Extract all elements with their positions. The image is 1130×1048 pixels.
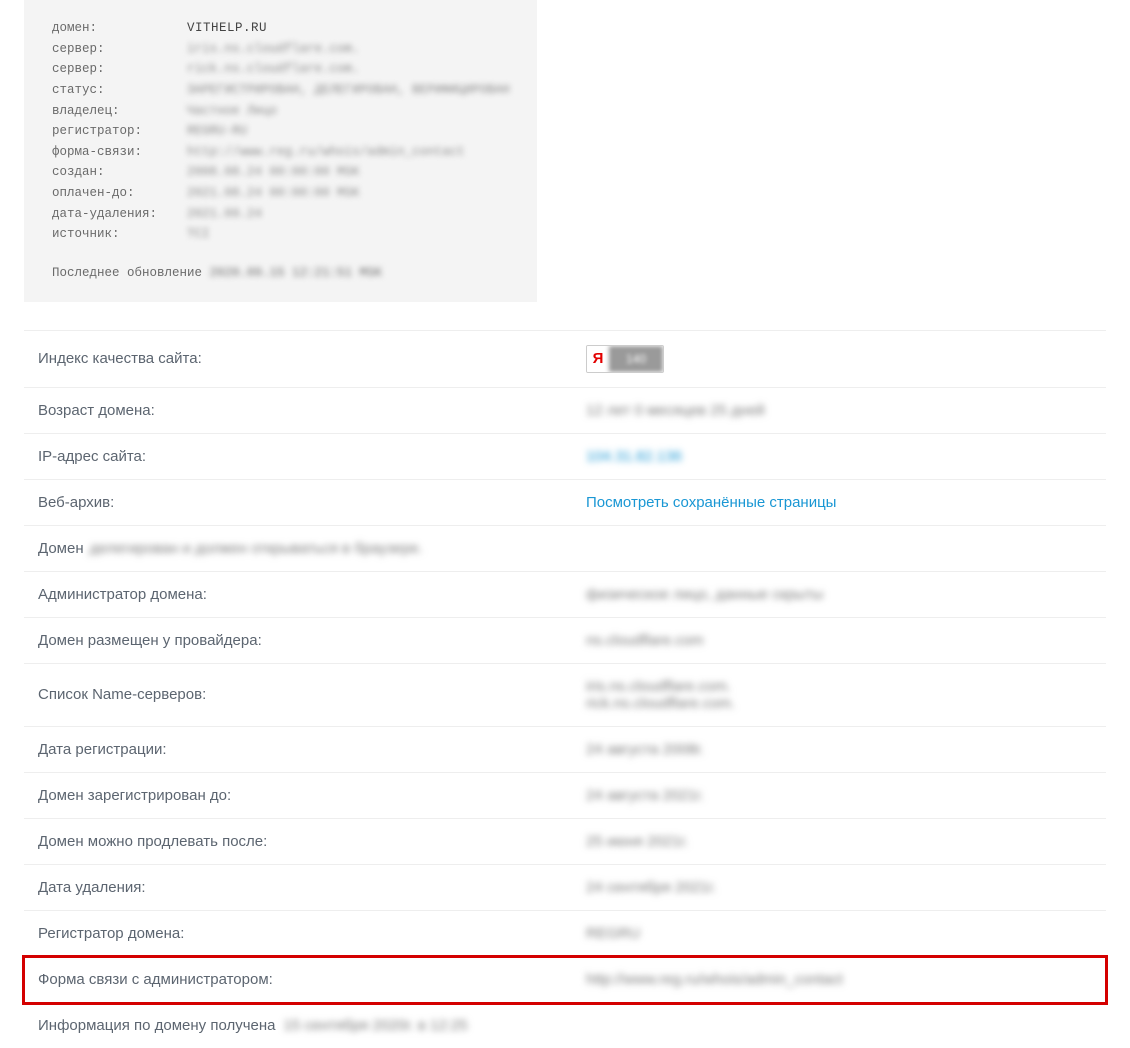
whois-label: статус: xyxy=(52,83,187,97)
whois-row: сервер: rick.ns.cloudflare.com. xyxy=(52,59,509,80)
label-domain-status: Домен xyxy=(38,540,84,557)
whois-value: VITHELP.RU xyxy=(187,21,267,35)
label-archive: Веб-архив: xyxy=(38,494,586,511)
label-contact-form: Форма связи с администратором: xyxy=(38,971,586,988)
whois-row: оплачен-до: 2021.08.24 00:00:00 MSK xyxy=(52,183,509,204)
archive-link[interactable]: Посмотреть сохранённые страницы xyxy=(586,494,1092,511)
value-provider: ns.cloudflare.com xyxy=(586,632,1092,649)
label-del-date: Дата удаления: xyxy=(38,879,586,896)
row-reg-date: Дата регистрации: 24 августа 2008г. xyxy=(24,727,1106,773)
whois-row: статус: ЗАРЕГИСТРИРОВАН, ДЕЛЕГИРОВАН, ВЕ… xyxy=(52,80,509,101)
row-admin: Администратор домена: физическое лицо, д… xyxy=(24,572,1106,618)
yandex-logo-icon: Я xyxy=(587,346,609,372)
whois-label: оплачен-до: xyxy=(52,186,187,200)
whois-value: rick.ns.cloudflare.com. xyxy=(187,62,360,76)
label-registrar: Регистратор домена: xyxy=(38,925,586,942)
label-renew-after: Домен можно продлевать после: xyxy=(38,833,586,850)
whois-row: регистратор: REGRU-RU xyxy=(52,121,509,142)
value-nameservers: iris.ns.cloudflare.com. rick.ns.cloudfla… xyxy=(586,678,1092,712)
label-reg-date: Дата регистрации: xyxy=(38,741,586,758)
row-nameservers: Список Name-серверов: iris.ns.cloudflare… xyxy=(24,664,1106,727)
whois-value: TCI xyxy=(187,227,210,241)
whois-label: форма-связи: xyxy=(52,145,187,159)
whois-row: форма-связи: http://www.reg.ru/whois/adm… xyxy=(52,142,509,163)
label-reg-until: Домен зарегистрирован до: xyxy=(38,787,586,804)
row-reg-until: Домен зарегистрирован до: 24 августа 202… xyxy=(24,773,1106,819)
yandex-iqc-value: 140 xyxy=(609,346,663,372)
value-quality: Я 140 xyxy=(586,345,1092,373)
ns-line-1: iris.ns.cloudflare.com. xyxy=(586,678,1092,695)
whois-last-update: Последнее обновление 2020.09.15 12:21:51… xyxy=(52,263,509,284)
whois-value: 2008.08.24 00:00:00 MSK xyxy=(187,165,360,179)
info-table: Индекс качества сайта: Я 140 Возраст дом… xyxy=(24,330,1106,1048)
label-ip: IP-адрес сайта: xyxy=(38,448,586,465)
whois-label: регистратор: xyxy=(52,124,187,138)
row-age: Возраст домена: 12 лет 0 месяцев 25 дней xyxy=(24,388,1106,434)
whois-value: iris.ns.cloudflare.com. xyxy=(187,42,360,56)
whois-row: источник: TCI xyxy=(52,224,509,245)
yandex-iqc-badge: Я 140 xyxy=(586,345,664,373)
row-retrieved: Информация по домену получена 15 сентябр… xyxy=(24,1003,1106,1048)
value-reg-date: 24 августа 2008г. xyxy=(586,741,1092,758)
whois-value: REGRU-RU xyxy=(187,124,247,138)
whois-label: источник: xyxy=(52,227,187,241)
whois-value: 2021.08.24 00:00:00 MSK xyxy=(187,186,360,200)
whois-value: ЗАРЕГИСТРИРОВАН, ДЕЛЕГИРОВАН, ВЕРИФИЦИРО… xyxy=(187,83,510,97)
label-nameservers: Список Name-серверов: xyxy=(38,686,586,703)
value-reg-until: 24 августа 2021г. xyxy=(586,787,1092,804)
row-ip: IP-адрес сайта: 104.31.82.136 xyxy=(24,434,1106,480)
value-registrar: REGRU xyxy=(586,925,1092,942)
whois-value: 2021.09.24 xyxy=(187,207,262,221)
whois-label: сервер: xyxy=(52,42,187,56)
whois-label: владелец: xyxy=(52,104,187,118)
row-renew-after: Домен можно продлевать после: 25 июня 20… xyxy=(24,819,1106,865)
whois-row: домен: VITHELP.RU xyxy=(52,18,509,39)
whois-row: создан: 2008.08.24 00:00:00 MSK xyxy=(52,162,509,183)
label-provider: Домен размещен у провайдера: xyxy=(38,632,586,649)
whois-row: владелец: Частное Лицо xyxy=(52,101,509,122)
value-retrieved: 15 сентября 2020г. в 12:25 xyxy=(284,1017,1092,1034)
value-renew-after: 25 июня 2021г. xyxy=(586,833,1092,850)
whois-label: домен: xyxy=(52,21,187,35)
value-age: 12 лет 0 месяцев 25 дней xyxy=(586,402,1092,419)
whois-label: создан: xyxy=(52,165,187,179)
label-retrieved: Информация по домену получена xyxy=(38,1017,276,1034)
value-ip[interactable]: 104.31.82.136 xyxy=(586,448,1092,465)
whois-update-value: 2020.09.15 12:21:51 MSK xyxy=(210,266,383,280)
row-contact-form: Форма связи с администратором: http://ww… xyxy=(24,957,1106,1003)
row-registrar: Регистратор домена: REGRU xyxy=(24,911,1106,957)
whois-label: сервер: xyxy=(52,62,187,76)
whois-row: дата-удаления: 2021.09.24 xyxy=(52,204,509,225)
ns-line-2: rick.ns.cloudflare.com. xyxy=(586,695,1092,712)
value-contact-form[interactable]: http://www.reg.ru/whois/admin_contact xyxy=(586,971,1092,988)
whois-value: Частное Лицо xyxy=(187,104,277,118)
label-age: Возраст домена: xyxy=(38,402,586,419)
value-del-date: 24 сентября 2021г. xyxy=(586,879,1092,896)
row-del-date: Дата удаления: 24 сентября 2021г. xyxy=(24,865,1106,911)
whois-row: сервер: iris.ns.cloudflare.com. xyxy=(52,39,509,60)
whois-block: домен: VITHELP.RUсервер: iris.ns.cloudfl… xyxy=(24,0,537,302)
value-admin: физическое лицо, данные скрыты xyxy=(586,586,1092,603)
whois-value: http://www.reg.ru/whois/admin_contact xyxy=(187,145,465,159)
whois-update-label: Последнее обновление xyxy=(52,266,210,280)
value-domain-status: делегирован и должен открываться в брауз… xyxy=(90,540,1092,557)
row-provider: Домен размещен у провайдера: ns.cloudfla… xyxy=(24,618,1106,664)
row-archive: Веб-архив: Посмотреть сохранённые страни… xyxy=(24,480,1106,526)
label-admin: Администратор домена: xyxy=(38,586,586,603)
row-quality: Индекс качества сайта: Я 140 xyxy=(24,331,1106,388)
row-domain-status: Домен делегирован и должен открываться в… xyxy=(24,526,1106,572)
whois-label: дата-удаления: xyxy=(52,207,187,221)
label-quality: Индекс качества сайта: xyxy=(38,350,586,367)
